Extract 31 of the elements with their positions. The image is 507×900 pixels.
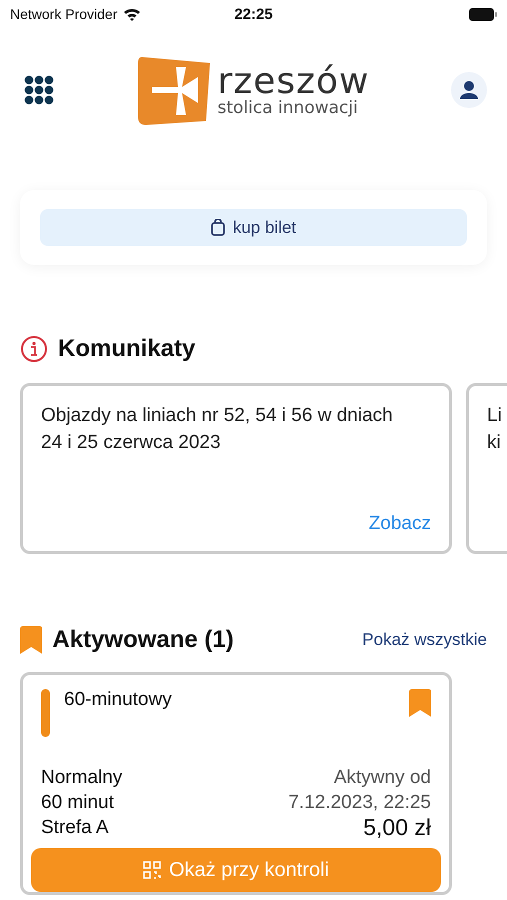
notice-text: Li ki [487, 404, 503, 455]
logo-subtitle: stolica innowacji [218, 100, 359, 116]
active-date: 7.12.2023, 22:25 [288, 791, 431, 815]
user-icon [460, 80, 478, 100]
bookmark-icon [408, 689, 431, 717]
wifi-icon [123, 7, 142, 21]
active-label: Aktywny od [332, 766, 431, 790]
ticket-stripe [41, 689, 50, 737]
notice-text: Objazdy na liniach nr 52, 54 i 56 w dniach 24 i 25 czerwca 2023 [41, 404, 394, 455]
notice-card[interactable]: Objazdy na liniach nr 52, 54 i 56 w dniach 24 i 25 czerwca 2023 Zobacz [20, 383, 452, 554]
bookmark-icon [20, 626, 42, 654]
show-all-link[interactable]: Pokaż wszystkie [362, 630, 487, 650]
ticket-detail: Normalny [41, 766, 122, 790]
section-title: Aktywowane (1) [52, 626, 234, 654]
carrier-name: Network Provider [10, 6, 118, 22]
ticket-detail: Strefa A [41, 816, 110, 840]
clock-time: 22:25 [234, 6, 273, 22]
ticket-name: 60-minutowy [64, 689, 172, 712]
section-title: Komunikaty [58, 335, 196, 363]
qr-code-icon [142, 861, 161, 879]
see-more-link[interactable]: Zobacz [368, 513, 431, 535]
ticket-price: 5,00 zł [362, 815, 431, 840]
battery-icon [469, 8, 497, 20]
info-icon [20, 335, 48, 363]
notice-card[interactable]: Li ki [466, 383, 507, 554]
logo-title: rzeszów [218, 64, 370, 100]
menu-grid-icon[interactable] [24, 75, 54, 105]
buy-ticket-button[interactable]: kup bilet [40, 209, 467, 246]
bag-icon [210, 219, 225, 236]
ticket-detail: 60 minut [41, 791, 115, 815]
profile-button[interactable] [451, 72, 487, 108]
